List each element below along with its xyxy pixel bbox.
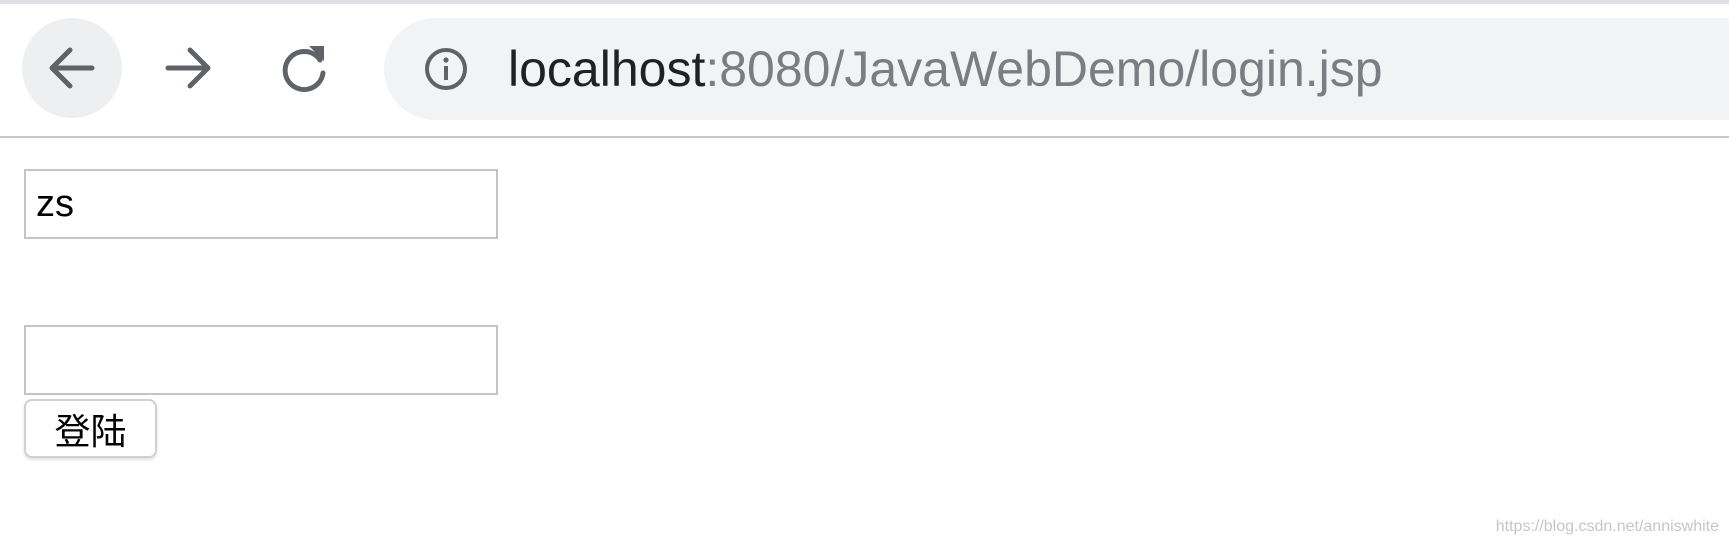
browser-toolbar: localhost:8080/JavaWebDemo/login.jsp — [0, 4, 1729, 138]
password-input[interactable] — [24, 325, 498, 395]
page-content: 登陆 — [0, 138, 1729, 540]
arrow-left-icon — [49, 47, 95, 89]
info-circle-icon[interactable] — [424, 47, 468, 91]
url-text[interactable]: localhost:8080/JavaWebDemo/login.jsp — [508, 40, 1383, 98]
reload-icon — [282, 46, 326, 92]
login-button[interactable]: 登陆 — [24, 399, 157, 458]
back-button[interactable] — [22, 18, 122, 118]
address-bar[interactable]: localhost:8080/JavaWebDemo/login.jsp — [384, 18, 1729, 120]
arrow-right-icon — [165, 47, 211, 89]
reload-button[interactable] — [254, 18, 354, 118]
forward-button[interactable] — [138, 18, 238, 118]
username-input[interactable] — [24, 169, 498, 239]
watermark: https://blog.csdn.net/anniswhite — [1495, 518, 1719, 535]
url-host: localhost — [508, 41, 706, 97]
url-path: :8080/JavaWebDemo/login.jsp — [705, 41, 1383, 97]
